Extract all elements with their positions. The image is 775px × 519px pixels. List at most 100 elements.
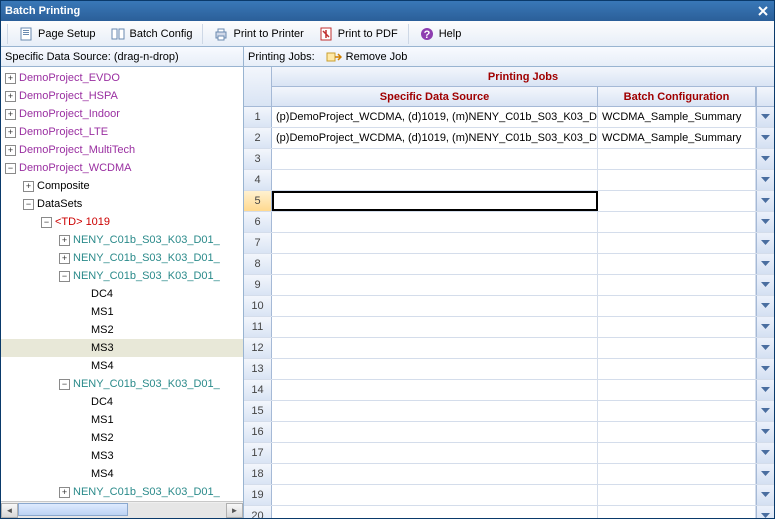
expand-icon[interactable]: + — [59, 487, 70, 498]
expand-icon[interactable]: + — [5, 127, 16, 138]
cell-config[interactable] — [598, 170, 756, 190]
cell-config[interactable] — [598, 359, 756, 379]
expand-icon[interactable]: + — [59, 253, 70, 264]
row-dropdown-button[interactable] — [756, 212, 774, 232]
row-dropdown-button[interactable] — [756, 443, 774, 463]
tree-item[interactable]: MS2 — [1, 429, 243, 447]
tree-item[interactable]: −DataSets — [1, 195, 243, 213]
table-row[interactable]: 15 — [244, 401, 774, 422]
cell-source[interactable] — [272, 212, 598, 232]
grid-body[interactable]: 1(p)DemoProject_WCDMA, (d)1019, (m)NENY_… — [244, 107, 774, 518]
cell-source[interactable] — [272, 401, 598, 421]
row-dropdown-button[interactable] — [756, 191, 774, 211]
table-row[interactable]: 2(p)DemoProject_WCDMA, (d)1019, (m)NENY_… — [244, 128, 774, 149]
tree-item[interactable]: +Composite — [1, 177, 243, 195]
cell-source[interactable] — [272, 191, 598, 211]
cell-config[interactable] — [598, 506, 756, 518]
tree-item[interactable]: +DemoProject_MultiTech — [1, 141, 243, 159]
scroll-track[interactable] — [18, 503, 226, 518]
cell-source[interactable] — [272, 170, 598, 190]
tree-item[interactable]: +NENY_C01b_S03_K03_D01_ — [1, 483, 243, 501]
tree-item[interactable]: MS2 — [1, 321, 243, 339]
cell-config[interactable] — [598, 443, 756, 463]
table-row[interactable]: 1(p)DemoProject_WCDMA, (d)1019, (m)NENY_… — [244, 107, 774, 128]
tree-item[interactable]: +NENY_C01b_S03_K03_D01_ — [1, 249, 243, 267]
row-header[interactable]: 16 — [244, 422, 272, 442]
table-row[interactable]: 3 — [244, 149, 774, 170]
tree-item[interactable]: +NENY_C01b_S03_K03_D01_ — [1, 231, 243, 249]
cell-config[interactable] — [598, 191, 756, 211]
row-header[interactable]: 5 — [244, 191, 272, 211]
row-dropdown-button[interactable] — [756, 485, 774, 505]
tree-item[interactable]: −NENY_C01b_S03_K03_D01_ — [1, 267, 243, 285]
row-dropdown-button[interactable] — [756, 317, 774, 337]
cell-config[interactable] — [598, 485, 756, 505]
row-header[interactable]: 15 — [244, 401, 272, 421]
tree-item[interactable]: DC4 — [1, 393, 243, 411]
scroll-thumb[interactable] — [18, 503, 128, 516]
tree[interactable]: +DemoProject_EVDO+DemoProject_HSPA+DemoP… — [1, 67, 243, 501]
cell-config[interactable] — [598, 296, 756, 316]
tree-item[interactable]: MS3 — [1, 339, 243, 357]
row-header[interactable]: 14 — [244, 380, 272, 400]
table-row[interactable]: 7 — [244, 233, 774, 254]
row-header[interactable]: 18 — [244, 464, 272, 484]
row-dropdown-button[interactable] — [756, 506, 774, 518]
scroll-right-button[interactable]: ► — [226, 503, 243, 518]
collapse-icon[interactable]: − — [41, 217, 52, 228]
cell-config[interactable] — [598, 233, 756, 253]
cell-config[interactable] — [598, 464, 756, 484]
row-dropdown-button[interactable] — [756, 401, 774, 421]
collapse-icon[interactable]: − — [59, 271, 70, 282]
cell-source[interactable] — [272, 464, 598, 484]
cell-source[interactable] — [272, 275, 598, 295]
cell-source[interactable] — [272, 149, 598, 169]
print-pdf-button[interactable]: Print to PDF — [312, 23, 404, 45]
tree-item[interactable]: +DemoProject_LTE — [1, 123, 243, 141]
row-header[interactable]: 2 — [244, 128, 272, 148]
row-dropdown-button[interactable] — [756, 149, 774, 169]
row-header[interactable]: 19 — [244, 485, 272, 505]
expand-icon[interactable]: + — [5, 145, 16, 156]
expand-icon[interactable]: + — [5, 91, 16, 102]
table-row[interactable]: 13 — [244, 359, 774, 380]
tree-item[interactable]: MS4 — [1, 465, 243, 483]
tree-item[interactable]: MS1 — [1, 411, 243, 429]
expand-icon[interactable]: + — [5, 73, 16, 84]
tree-hscrollbar[interactable]: ◄ ► — [1, 501, 243, 518]
cell-source[interactable] — [272, 380, 598, 400]
collapse-icon[interactable]: − — [5, 163, 16, 174]
row-dropdown-button[interactable] — [756, 170, 774, 190]
cell-source[interactable] — [272, 485, 598, 505]
tree-item[interactable]: +DemoProject_Indoor — [1, 105, 243, 123]
row-header[interactable]: 9 — [244, 275, 272, 295]
table-row[interactable]: 8 — [244, 254, 774, 275]
row-header[interactable]: 7 — [244, 233, 272, 253]
row-header[interactable]: 1 — [244, 107, 272, 127]
table-row[interactable]: 4 — [244, 170, 774, 191]
tree-item[interactable]: −<TD> 1019 — [1, 213, 243, 231]
row-dropdown-button[interactable] — [756, 422, 774, 442]
cell-config[interactable] — [598, 422, 756, 442]
row-dropdown-button[interactable] — [756, 254, 774, 274]
expand-icon[interactable]: + — [59, 235, 70, 246]
cell-source[interactable] — [272, 338, 598, 358]
row-dropdown-button[interactable] — [756, 275, 774, 295]
cell-config[interactable]: WCDMA_Sample_Summary — [598, 128, 756, 148]
cell-source[interactable] — [272, 254, 598, 274]
col-header-config[interactable]: Batch Configuration — [598, 87, 756, 106]
table-row[interactable]: 19 — [244, 485, 774, 506]
row-header[interactable]: 13 — [244, 359, 272, 379]
cell-config[interactable] — [598, 380, 756, 400]
tree-item[interactable]: MS3 — [1, 447, 243, 465]
remove-job-button[interactable]: Remove Job — [321, 47, 413, 67]
cell-config[interactable] — [598, 338, 756, 358]
col-header-source[interactable]: Specific Data Source — [272, 87, 598, 106]
tree-item[interactable]: +DemoProject_HSPA — [1, 87, 243, 105]
table-row[interactable]: 5 — [244, 191, 774, 212]
cell-config[interactable] — [598, 317, 756, 337]
cell-config[interactable] — [598, 149, 756, 169]
tree-item[interactable]: −DemoProject_WCDMA — [1, 159, 243, 177]
table-row[interactable]: 9 — [244, 275, 774, 296]
scroll-left-button[interactable]: ◄ — [1, 503, 18, 518]
